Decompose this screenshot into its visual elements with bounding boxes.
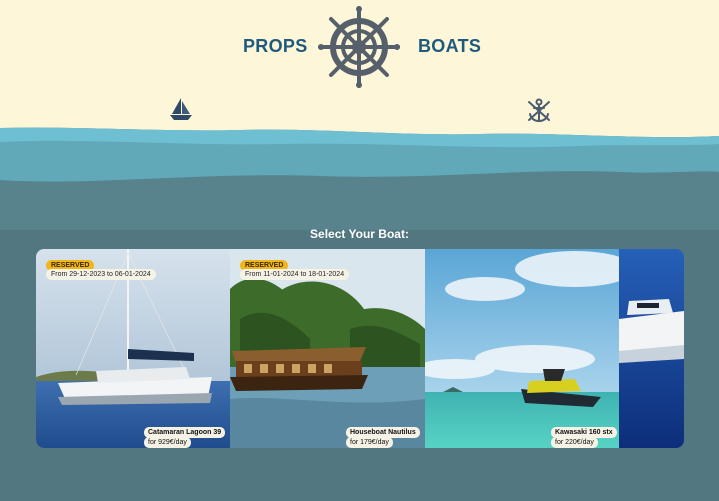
boat-card-yacht[interactable] [619, 249, 684, 448]
boat-card-catamaran[interactable]: RESERVED From 29-12-2023 to 06-01-2024 C… [36, 249, 230, 448]
boat-price: for 220€/day [551, 437, 598, 448]
reservation-dates: From 11-01-2024 to 18-01-2024 [240, 269, 350, 280]
jetski-photo [425, 249, 619, 448]
boat-carousel[interactable]: RESERVED From 29-12-2023 to 06-01-2024 C… [36, 249, 684, 448]
section-title: Select Your Boat: [310, 227, 409, 241]
brand-right-text: BOATS [418, 36, 482, 56]
boat-price: for 179€/day [346, 437, 393, 448]
boat-card-houseboat[interactable]: RESERVED From 11-01-2024 to 18-01-2024 H… [230, 249, 425, 448]
site-header: PROPS BOATS [0, 0, 719, 230]
reservation-dates: From 29-12-2023 to 06-01-2024 [46, 269, 156, 280]
ship-wheel-icon[interactable] [318, 6, 400, 88]
boat-card-jetski[interactable]: Kawasaki 160 stx for 220€/day [425, 249, 619, 448]
sailboat-icon [170, 98, 192, 120]
yacht-photo [619, 249, 684, 448]
boat-price: for 929€/day [144, 437, 191, 448]
brand-left-text: PROPS [243, 36, 308, 56]
anchor-icon [528, 98, 550, 123]
